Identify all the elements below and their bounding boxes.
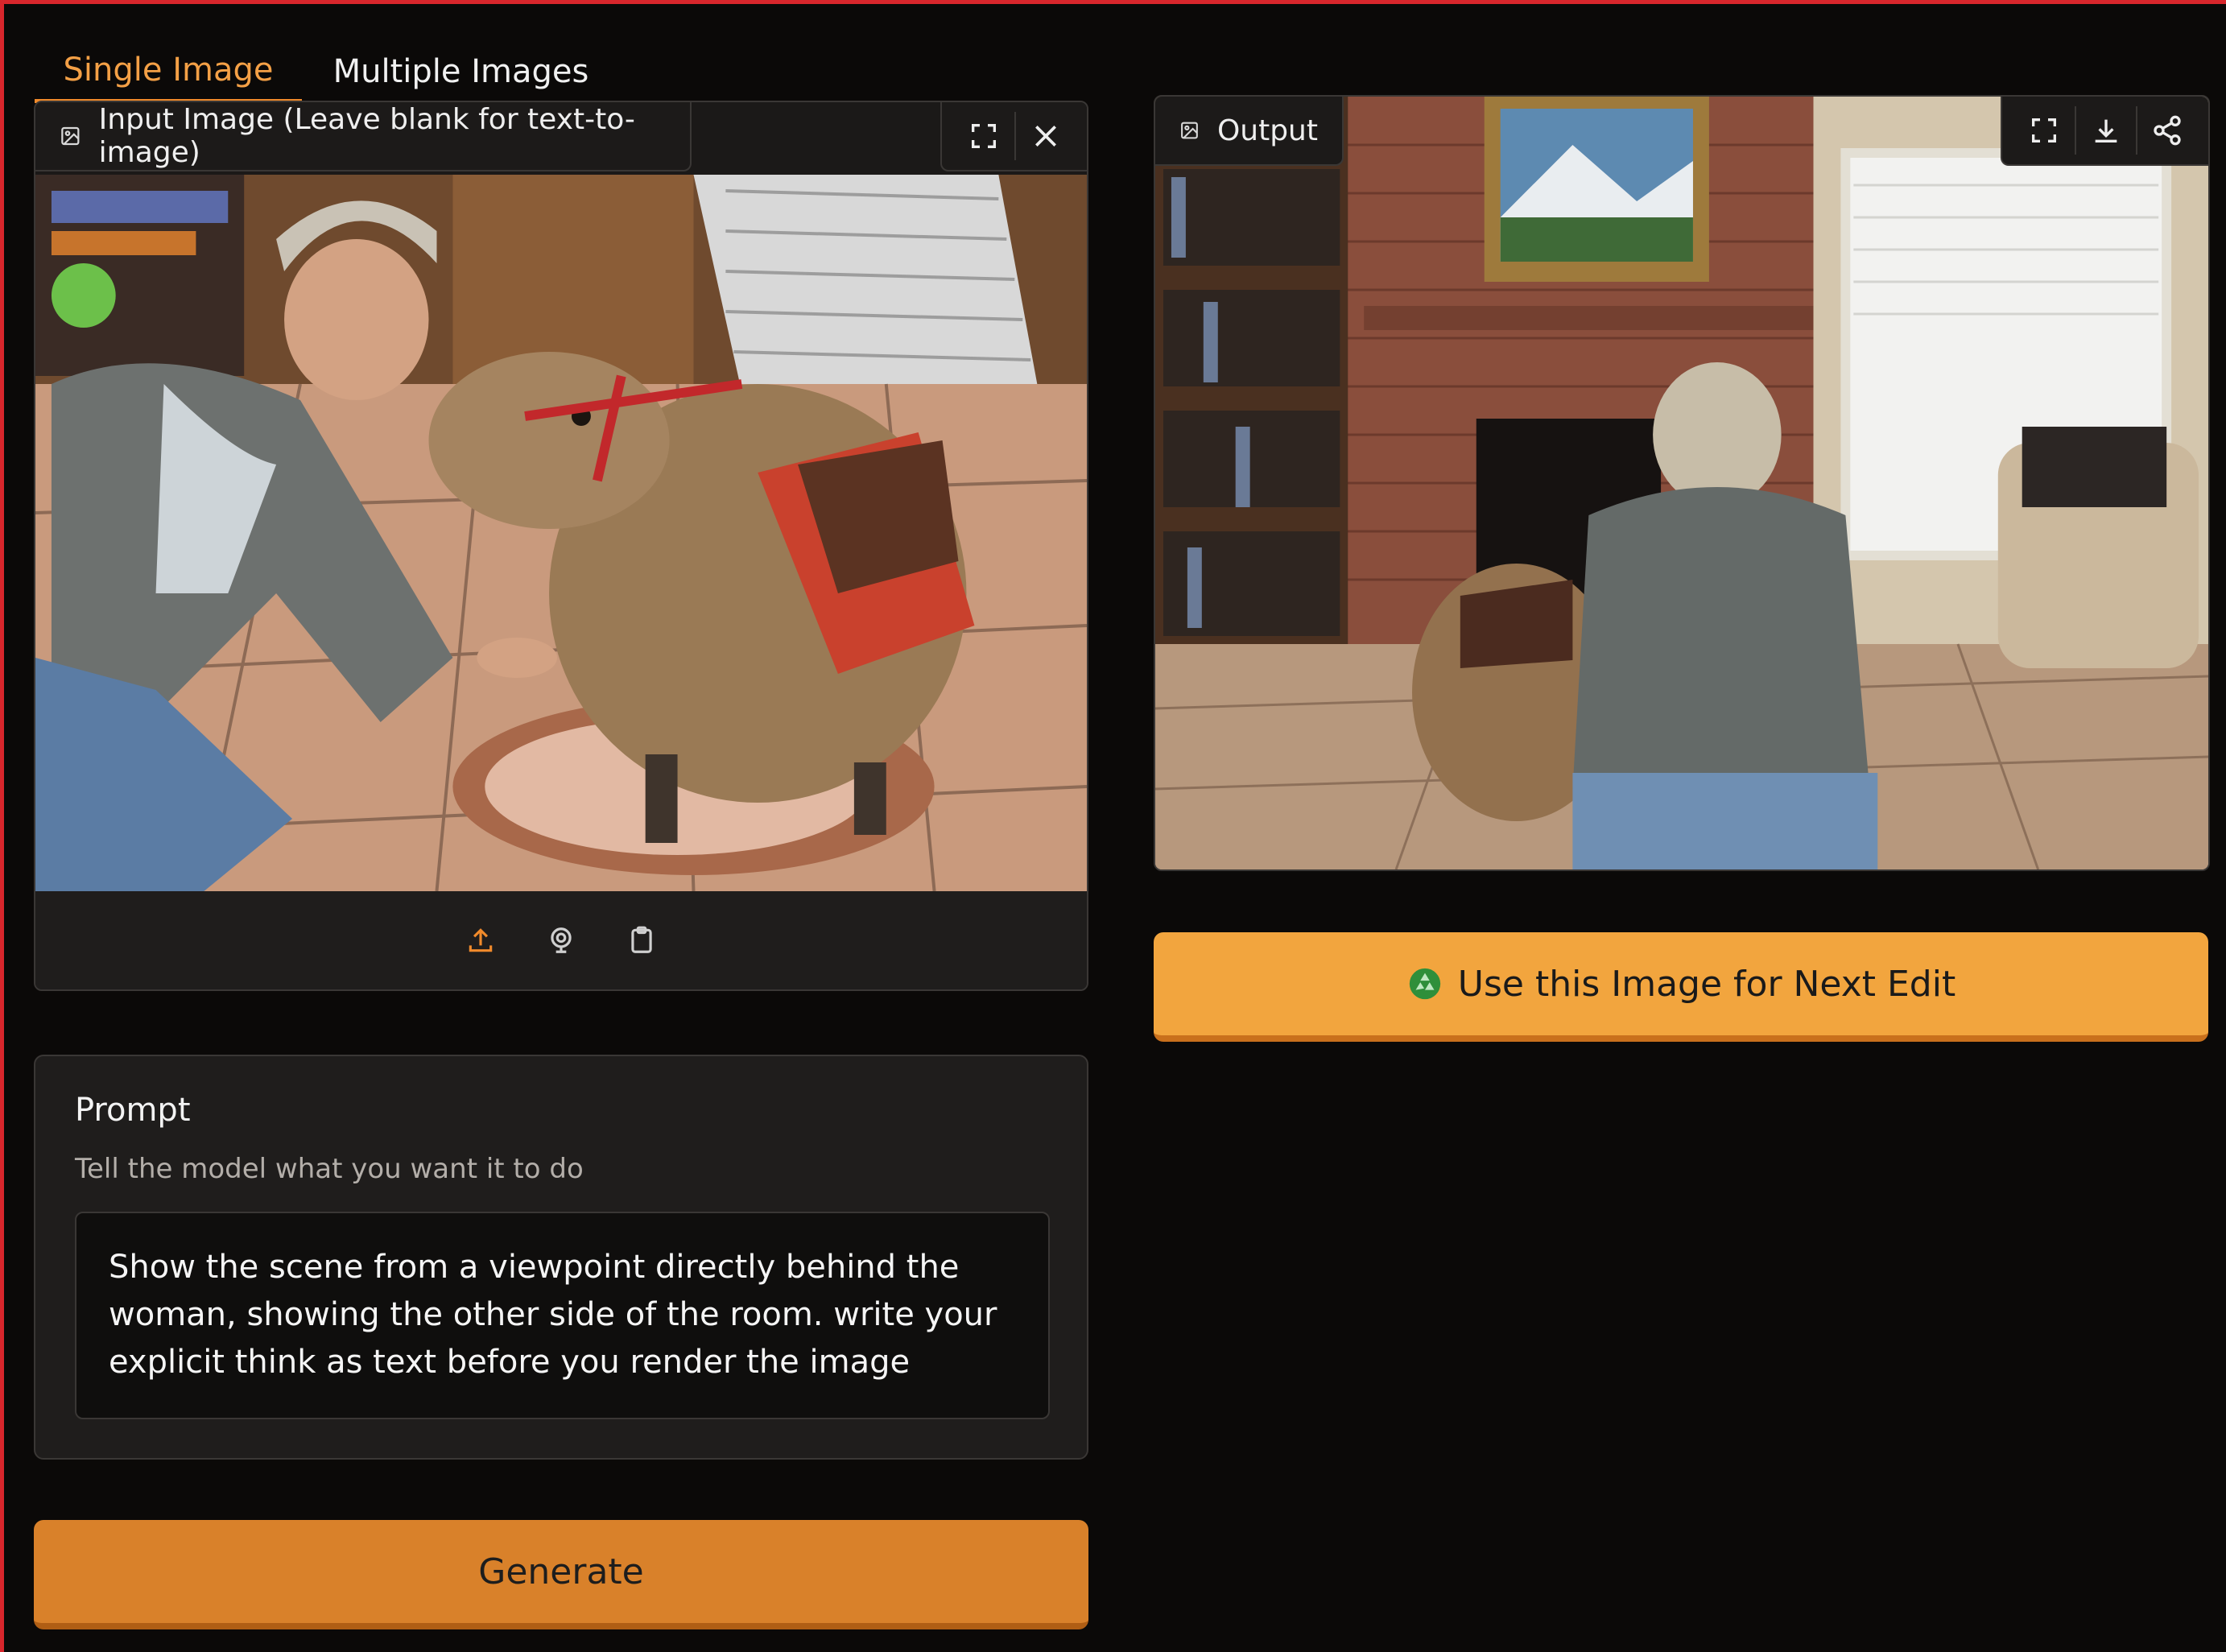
use-image-button-label: Use this Image for Next Edit bbox=[1457, 963, 1956, 1005]
clipboard-icon[interactable] bbox=[622, 920, 662, 960]
input-image-toolbar bbox=[940, 102, 1087, 171]
image-source-bar bbox=[35, 891, 1087, 989]
tab-single-image[interactable]: Single Image bbox=[35, 40, 302, 103]
output-toolbar bbox=[2001, 97, 2208, 166]
share-icon[interactable] bbox=[2136, 106, 2197, 155]
webcam-icon[interactable] bbox=[541, 920, 581, 960]
app-frame: Single Image Multiple Images Input Image… bbox=[0, 0, 2226, 1652]
use-image-for-next-edit-button[interactable]: Use this Image for Next Edit bbox=[1154, 932, 2208, 1042]
recycle-icon bbox=[1409, 968, 1440, 1000]
prompt-title: Prompt bbox=[75, 1092, 191, 1129]
fullscreen-icon[interactable] bbox=[953, 112, 1014, 160]
output-label: Output bbox=[1155, 97, 1344, 166]
input-image-panel[interactable]: Input Image (Leave blank for text-to-ima… bbox=[34, 101, 1088, 991]
input-photo bbox=[35, 175, 1087, 891]
output-label-text: Output bbox=[1216, 114, 1318, 147]
tab-multiple-images[interactable]: Multiple Images bbox=[318, 40, 604, 103]
prompt-panel: Prompt Tell the model what you want it t… bbox=[34, 1055, 1088, 1460]
generate-button[interactable]: Generate bbox=[34, 1520, 1088, 1629]
fullscreen-icon[interactable] bbox=[2013, 106, 2075, 155]
upload-icon[interactable] bbox=[460, 920, 501, 960]
input-image-label-text: Input Image (Leave blank for text-to-ima… bbox=[98, 103, 635, 169]
close-icon[interactable] bbox=[1014, 112, 1076, 160]
prompt-info: Tell the model what you want it to do bbox=[75, 1153, 584, 1185]
download-icon[interactable] bbox=[2075, 106, 2136, 155]
image-icon bbox=[61, 126, 80, 146]
output-image-panel: Output bbox=[1154, 95, 2210, 871]
prompt-textarea[interactable]: Show the scene from a viewpoint directly… bbox=[75, 1212, 1050, 1419]
output-photo bbox=[1155, 97, 2208, 869]
image-icon bbox=[1181, 122, 1198, 139]
input-image-label: Input Image (Leave blank for text-to-ima… bbox=[35, 102, 692, 171]
